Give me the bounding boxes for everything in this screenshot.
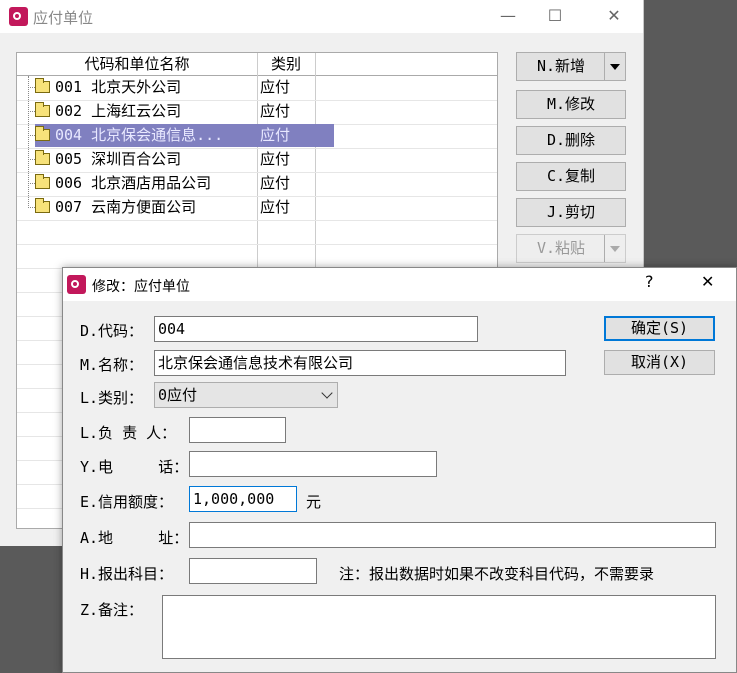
tree-connector xyxy=(28,135,35,136)
dialog-titlebar: 修改：应付单位 ? ✕ xyxy=(63,268,736,301)
credit-label: E.信用额度： xyxy=(80,493,174,511)
paste-button-label: V.粘贴 xyxy=(536,239,586,257)
phone-field[interactable] xyxy=(189,451,437,477)
unit-category: 应付 xyxy=(260,198,291,216)
code-field[interactable]: 004 xyxy=(154,316,478,342)
tree-connector xyxy=(28,207,35,208)
manager-label: L.负 责 人： xyxy=(80,424,177,442)
folder-icon xyxy=(35,78,50,93)
app-icon xyxy=(67,275,86,294)
category-select[interactable]: 0应付 xyxy=(154,382,338,408)
close-button[interactable]: ✕ xyxy=(594,4,634,28)
list-item[interactable]: 002 上海红云公司 应付 xyxy=(17,100,497,125)
tree-connector xyxy=(28,159,35,160)
main-titlebar: 应付单位 — ☐ ✕ xyxy=(0,0,643,33)
empty-row xyxy=(17,244,497,269)
address-label: A.地 址： xyxy=(80,529,189,547)
header-category[interactable]: 类别 xyxy=(257,53,315,75)
phone-label: Y.电 话： xyxy=(80,458,189,476)
ok-button[interactable]: 确定(S) xyxy=(604,316,715,341)
unit-name: 004 北京保会通信息... xyxy=(55,126,224,144)
name-label: M.名称： xyxy=(80,356,144,374)
unit-name: 007 云南方便面公司 xyxy=(55,198,197,216)
unit-name: 002 上海红云公司 xyxy=(55,102,182,120)
unit-category: 应付 xyxy=(260,102,291,120)
name-field[interactable]: 北京保会通信息技术有限公司 xyxy=(154,350,566,376)
modify-button[interactable]: M.修改 xyxy=(516,90,626,119)
category-label: L.类别： xyxy=(80,389,144,407)
folder-icon xyxy=(35,174,50,189)
dialog-close-button[interactable]: ✕ xyxy=(701,272,714,291)
tree-connector xyxy=(28,111,35,112)
tree-connector xyxy=(28,87,35,88)
unit-name: 001 北京天外公司 xyxy=(55,78,182,96)
list-item[interactable]: 005 深圳百合公司 应付 xyxy=(17,148,497,173)
unit-category: 应付 xyxy=(260,174,291,192)
copy-button[interactable]: C.复制 xyxy=(516,162,626,191)
help-button[interactable]: ? xyxy=(645,272,654,291)
empty-row xyxy=(17,220,497,245)
main-window-title: 应付单位 xyxy=(33,9,94,27)
cut-button[interactable]: J.剪切 xyxy=(516,198,626,227)
maximize-button[interactable]: ☐ xyxy=(535,4,575,28)
header-code-name[interactable]: 代码和单位名称 xyxy=(17,53,257,75)
unit-category: 应付 xyxy=(260,126,291,144)
dropdown-arrow-icon[interactable] xyxy=(604,53,625,80)
chevron-down-icon xyxy=(321,387,333,399)
subject-field[interactable] xyxy=(189,558,317,584)
modify-dialog: 修改：应付单位 ? ✕ D.代码： 004 M.名称： 北京保会通信息技术有限公… xyxy=(62,267,737,673)
credit-limit-field[interactable]: 1,000,000 xyxy=(189,486,297,512)
subject-note: 注：报出数据时如果不改变科目代码，不需要录 xyxy=(339,565,655,583)
add-button[interactable]: N.新增 xyxy=(516,52,626,81)
add-button-label: N.新增 xyxy=(536,57,586,75)
code-label: D.代码： xyxy=(80,322,144,340)
delete-button[interactable]: D.删除 xyxy=(516,126,626,155)
app-icon xyxy=(9,7,28,26)
unit-name: 005 深圳百合公司 xyxy=(55,150,182,168)
list-item[interactable]: 007 云南方便面公司 应付 xyxy=(17,196,497,221)
minimize-button[interactable]: — xyxy=(488,4,528,28)
cancel-button[interactable]: 取消(X) xyxy=(604,350,715,375)
remark-field[interactable] xyxy=(162,595,716,659)
unit-category: 应付 xyxy=(260,150,291,168)
unit-name: 006 北京酒店用品公司 xyxy=(55,174,212,192)
folder-icon xyxy=(35,198,50,213)
address-field[interactable] xyxy=(189,522,716,548)
dialog-title: 修改：应付单位 xyxy=(92,279,190,295)
folder-icon xyxy=(35,150,50,165)
manager-field[interactable] xyxy=(189,417,286,443)
paste-button[interactable]: V.粘贴 xyxy=(516,234,626,263)
category-value: 0应付 xyxy=(158,386,198,404)
list-item-selected[interactable]: 004 北京保会通信息... 应付 xyxy=(17,124,497,149)
remark-label: Z.备注： xyxy=(80,601,144,619)
subject-label: H.报出科目： xyxy=(80,565,174,583)
folder-icon xyxy=(35,102,50,117)
tree-connector xyxy=(28,183,35,184)
list-item[interactable]: 001 北京天外公司 应付 xyxy=(17,76,497,101)
credit-unit: 元 xyxy=(306,493,322,511)
list-item[interactable]: 006 北京酒店用品公司 应付 xyxy=(17,172,497,197)
dropdown-arrow-icon[interactable] xyxy=(604,235,625,262)
folder-icon xyxy=(35,126,50,141)
unit-category: 应付 xyxy=(260,78,291,96)
